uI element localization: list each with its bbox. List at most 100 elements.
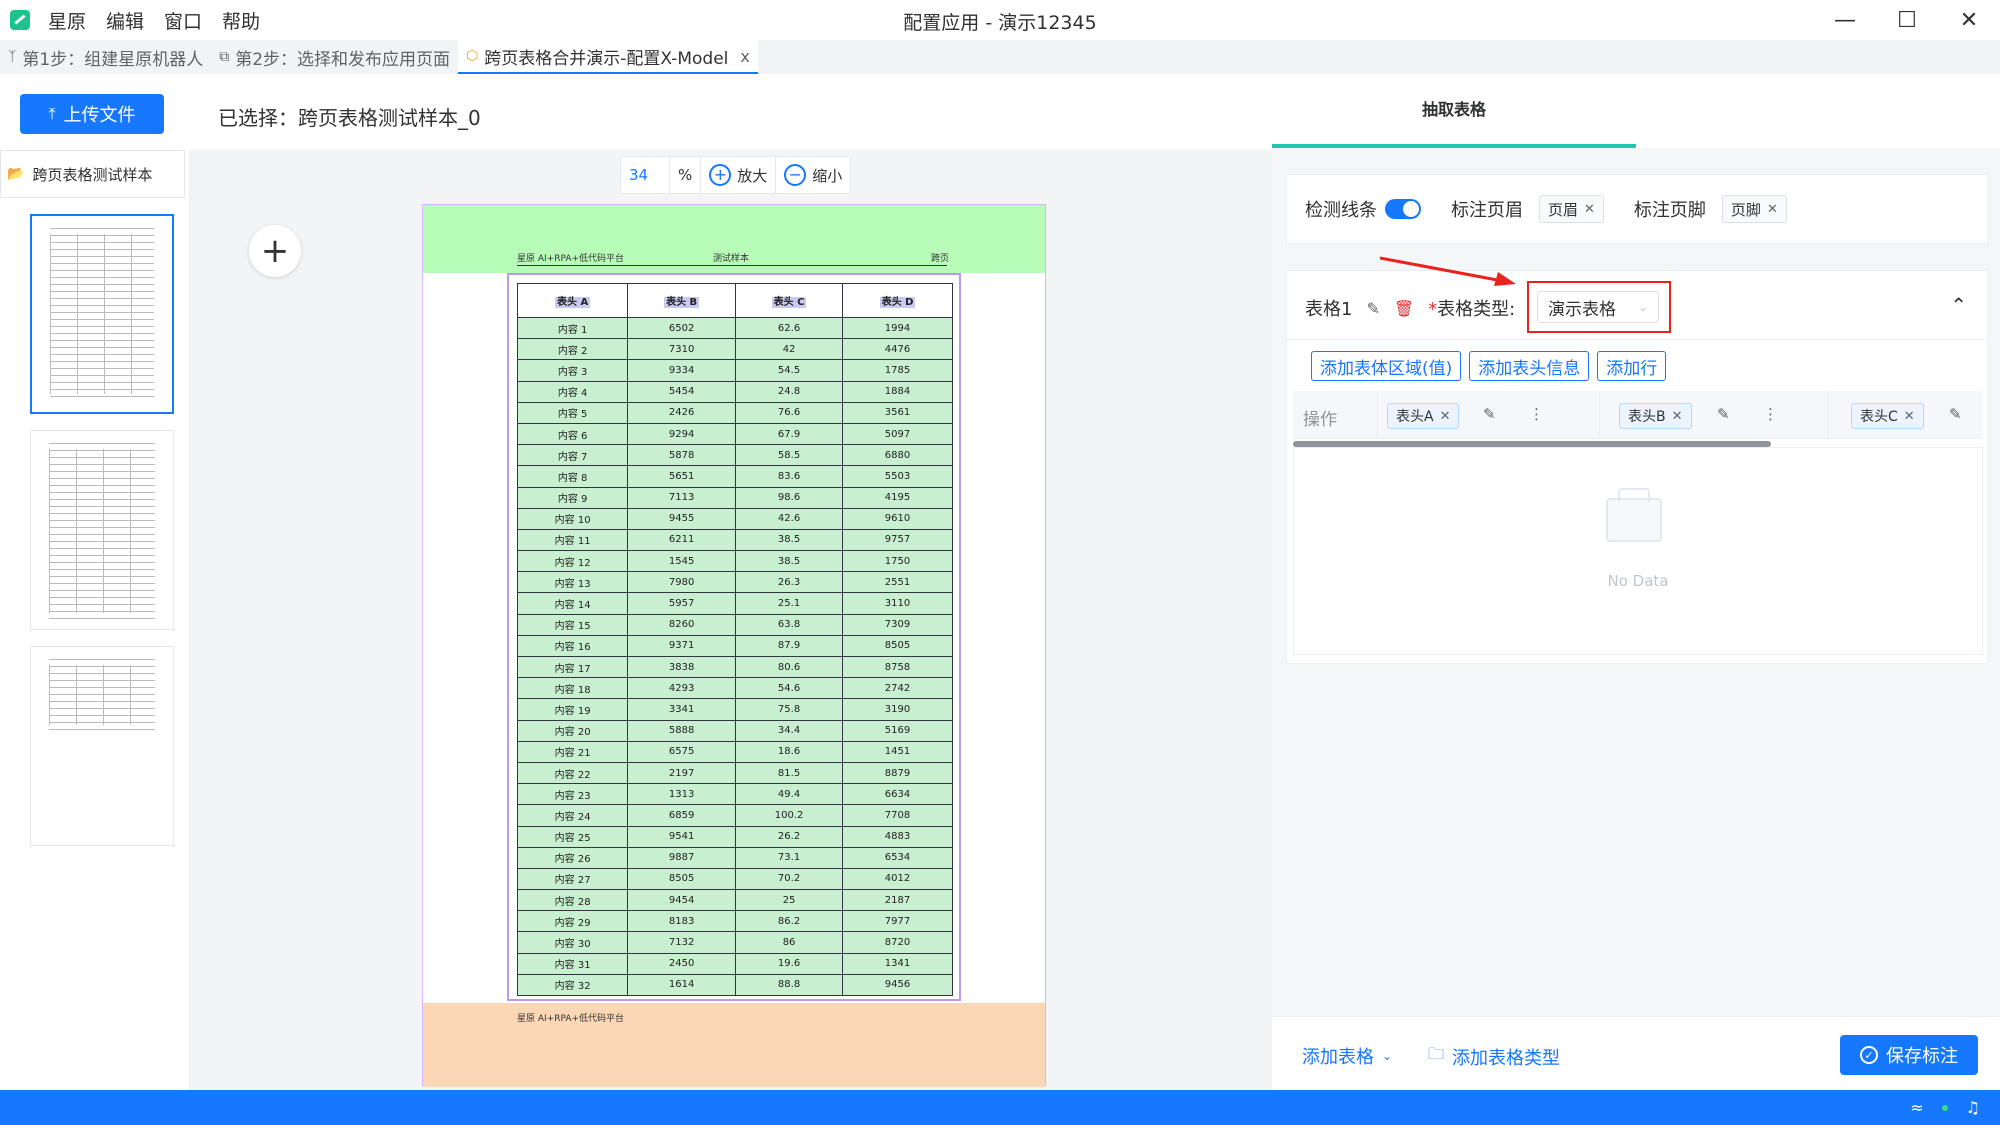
- tab-config-xmodel[interactable]: ⬡ 跨页表格合并演示-配置X-Model x: [458, 40, 758, 74]
- table-cell: 内容 4: [516, 380, 629, 403]
- footer-tag-label: 页脚: [1730, 200, 1761, 219]
- table-cell: 3341: [627, 698, 737, 721]
- page-header-region[interactable]: 星原 AI+RPA+低代码平台 测试样本 跨页: [423, 205, 1045, 273]
- close-icon[interactable]: ✕: [1767, 202, 1778, 217]
- table-cell: 8720: [842, 931, 953, 954]
- bell-icon[interactable]: ♫: [1966, 1098, 1980, 1117]
- folder-item[interactable]: 📂 跨页表格测试样本: [0, 150, 185, 198]
- add-table-dropdown[interactable]: 添加表格 ⌄: [1302, 1043, 1392, 1069]
- folder-open-icon: 📂: [7, 166, 25, 182]
- close-window-icon[interactable]: ✕: [1938, 0, 2000, 40]
- page-thumbnail-1[interactable]: [30, 214, 174, 414]
- add-table-label: 添加表格: [1302, 1047, 1374, 1068]
- table-cell: 42.6: [735, 507, 844, 530]
- add-table-type-button[interactable]: 🗀 添加表格类型: [1428, 1043, 1560, 1070]
- chevron-down-icon: ⌄: [1382, 1049, 1393, 1063]
- close-icon[interactable]: ✕: [1584, 202, 1595, 217]
- table-cell: 25.1: [735, 592, 844, 615]
- detect-lines-toggle[interactable]: [1385, 199, 1421, 219]
- table-cell: 内容 28: [516, 889, 629, 912]
- zoom-value[interactable]: 34: [629, 166, 661, 184]
- tab-label: 第2步：选择和发布应用页面: [235, 49, 451, 70]
- document-page[interactable]: 星原 AI+RPA+低代码平台 测试样本 跨页 表头 A 表头 B 表头 C 表头 D…: [422, 204, 1046, 1087]
- add-row-button[interactable]: 添加行: [1597, 351, 1667, 381]
- more-vertical-icon[interactable]: ⋮: [1763, 405, 1778, 423]
- table-row: 内容 17 3838 80.6 8758: [516, 655, 953, 679]
- minimize-icon[interactable]: —: [1814, 0, 1876, 40]
- empty-text: No Data: [1607, 572, 1669, 590]
- table-cell: 58.5: [735, 444, 844, 467]
- close-icon[interactable]: ✕: [1904, 409, 1915, 424]
- table-row: 内容 14 5957 25.1 3110: [516, 592, 953, 615]
- edit-icon[interactable]: ✎: [1366, 299, 1379, 318]
- edit-icon[interactable]: ✎: [1949, 405, 1962, 423]
- maximize-icon[interactable]: ☐: [1876, 0, 1938, 40]
- table-cell: 86: [735, 931, 844, 954]
- table-cell: 5503: [842, 465, 953, 488]
- table-header-cell: 表头 C: [735, 283, 844, 318]
- chevron-up-icon[interactable]: ⌃: [1950, 293, 1967, 317]
- zoom-unit: %: [678, 166, 693, 184]
- page-thumbnail-2[interactable]: [30, 430, 174, 630]
- table-cell: 9371: [627, 634, 737, 658]
- table-cell: 6211: [627, 528, 737, 552]
- table-row: 内容 7 5878 58.5 6880: [516, 444, 953, 467]
- table-config-card: 表格1 ✎ 🗑 *表格类型: 演示表格 ⌄ ⌃ 添加表体区域(值) 添加表头信息…: [1286, 270, 1988, 664]
- table-cell: 内容 25: [516, 825, 629, 848]
- table-header-cell: 表头 A: [516, 283, 629, 318]
- add-header-info-button[interactable]: 添加表头信息: [1469, 351, 1590, 381]
- upload-file-button[interactable]: ⤒ 上传文件: [20, 94, 164, 134]
- table-cell: 2450: [627, 952, 737, 975]
- table-cell: 8758: [842, 655, 953, 679]
- close-icon[interactable]: ✕: [1672, 409, 1683, 424]
- detect-lines-label: 检测线条: [1305, 200, 1377, 221]
- tab-step-1[interactable]: ᛉ 第1步：组建星原机器人: [0, 40, 211, 74]
- tab-close-icon[interactable]: x: [740, 47, 749, 66]
- table-cell: 26.2: [735, 825, 844, 848]
- menu-item-xingyuan[interactable]: 星原: [48, 7, 86, 34]
- zoom-out-button[interactable]: − 缩小: [776, 157, 850, 193]
- grid-column-tag-b[interactable]: 表头B ✕: [1619, 403, 1692, 429]
- table-row: 内容 10 9455 42.6 9610: [516, 507, 953, 530]
- table-cell: 6575: [627, 740, 737, 763]
- table-cell: 内容 3: [516, 359, 629, 382]
- publish-icon: ⧉: [219, 49, 230, 65]
- grid-separator: [1827, 391, 1828, 439]
- table-cell: 3190: [842, 698, 953, 721]
- page-thumbnail-3[interactable]: [30, 646, 174, 846]
- grid-column-tag-a[interactable]: 表头A ✕: [1387, 403, 1460, 429]
- grid-column-tag-c[interactable]: 表头C ✕: [1851, 403, 1924, 429]
- table-cell: 内容 29: [516, 910, 629, 933]
- table-cell: 1750: [842, 550, 953, 573]
- edit-icon[interactable]: ✎: [1717, 405, 1730, 423]
- right-panel-footer: 添加表格 ⌄ 🗀 添加表格类型 ✓ 保存标注: [1272, 1016, 2000, 1090]
- page-footer-region[interactable]: 星原 AI+RPA+低代码平台: [423, 1003, 1045, 1087]
- footer-tag[interactable]: 页脚 ✕: [1721, 195, 1787, 223]
- zoom-in-button[interactable]: + 放大: [701, 157, 777, 193]
- menu-item-edit[interactable]: 编辑: [106, 7, 144, 34]
- trash-icon[interactable]: 🗑: [1394, 299, 1414, 318]
- tab-step-2[interactable]: ⧉ 第2步：选择和发布应用页面: [211, 40, 458, 74]
- table-cell: 25: [735, 889, 844, 912]
- save-annotation-button[interactable]: ✓ 保存标注: [1840, 1035, 1978, 1075]
- table-cell: 2551: [842, 571, 953, 594]
- close-icon[interactable]: ✕: [1440, 409, 1451, 424]
- table-row: 内容 26 9887 73.1 6534: [516, 846, 953, 869]
- grid-separator: [1377, 391, 1378, 439]
- table-row: 内容 24 6859 100.2 7708: [516, 804, 953, 827]
- table-cell: 7977: [842, 910, 953, 933]
- menu-item-window[interactable]: 窗口: [164, 7, 202, 34]
- more-vertical-icon[interactable]: ⋮: [1529, 405, 1544, 423]
- tab-extract-table[interactable]: 抽取表格: [1272, 96, 1636, 120]
- grid-header: 操作 表头A ✕ ✎ ⋮ 表头B ✕ ✎ ⋮ 表头C ✕ ✎: [1293, 391, 1983, 439]
- add-body-region-button[interactable]: 添加表体区域(值): [1311, 351, 1462, 381]
- header-tag[interactable]: 页眉 ✕: [1539, 195, 1604, 223]
- menu-item-help[interactable]: 帮助: [222, 7, 260, 34]
- tab-strip: ᛉ 第1步：组建星原机器人 ⧉ 第2步：选择和发布应用页面 ⬡ 跨页表格合并演示…: [0, 40, 2000, 74]
- edit-icon[interactable]: ✎: [1483, 405, 1496, 423]
- table-header-text: 表头 D: [879, 297, 916, 308]
- add-region-button[interactable]: +: [249, 225, 301, 277]
- zoom-value-cell[interactable]: 34: [621, 157, 670, 193]
- table-row: 内容 4 5454 24.8 1884: [516, 380, 953, 403]
- table-cell: 内容 15: [516, 613, 629, 636]
